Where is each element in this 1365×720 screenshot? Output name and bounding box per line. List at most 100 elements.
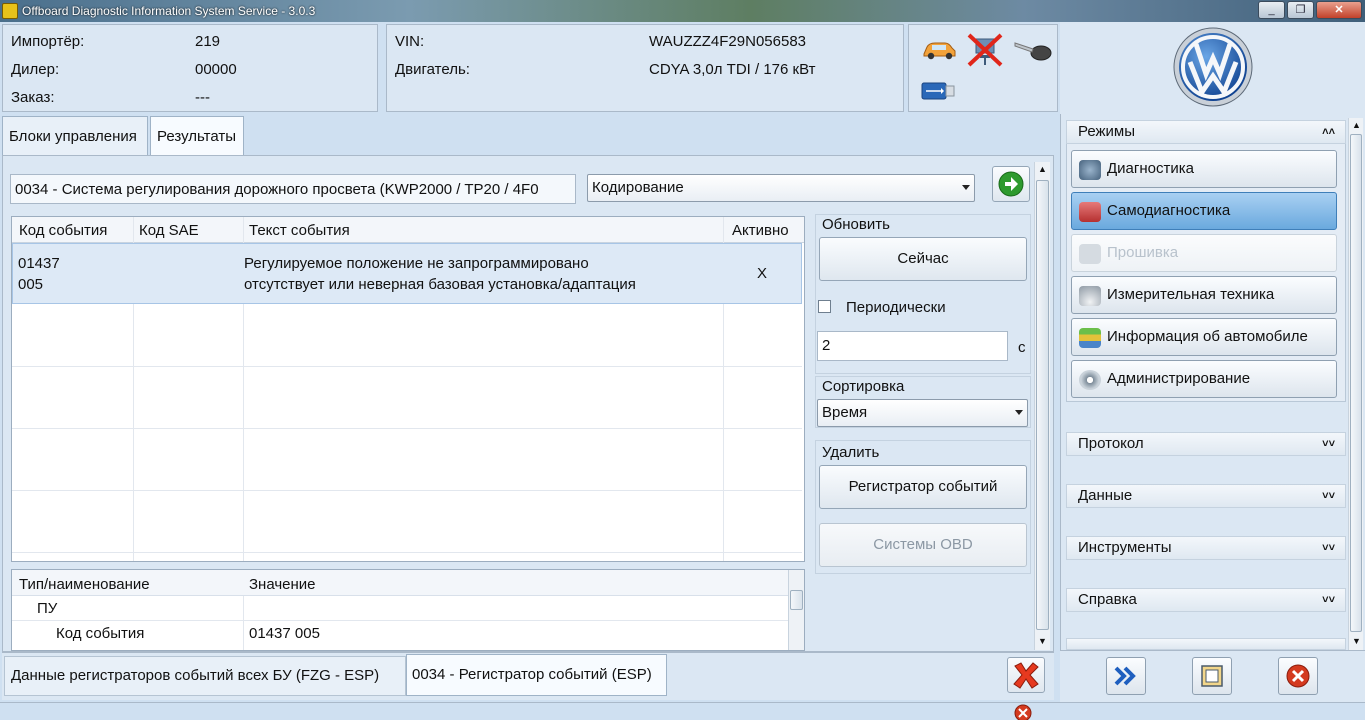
table-row[interactable]: 01437 005 Регулируемое положение не запр… (12, 243, 802, 304)
forward-button[interactable] (1106, 657, 1146, 695)
modes-header[interactable]: Режимы ˄˄ (1066, 120, 1346, 144)
status-icons-panel (908, 24, 1058, 112)
protocol-section-header[interactable]: Протокол ˅˅ (1066, 432, 1346, 456)
col-active[interactable]: Активно (732, 222, 789, 239)
title-bar: Offboard Diagnostic Information System S… (0, 0, 1365, 22)
detail-name-cu: ПУ (37, 600, 58, 617)
app-icon (2, 3, 18, 19)
close-tab-button[interactable] (1007, 657, 1045, 693)
gear-icon (1079, 370, 1101, 390)
scroll-down-icon[interactable]: ▼ (1352, 636, 1361, 646)
go-button[interactable] (992, 166, 1030, 202)
refresh-label: Обновить (822, 216, 890, 233)
protocol-title: Протокол (1078, 435, 1144, 452)
col-event-code[interactable]: Код события (19, 222, 107, 239)
vin-value: WAUZZZ4F29N056583 (649, 33, 807, 50)
chevron-down-icon: ˅˅ (1322, 490, 1335, 502)
sort-select[interactable]: Время (817, 399, 1028, 427)
double-arrow-right-icon (1114, 666, 1136, 686)
maximize-button[interactable]: ❐ (1287, 1, 1314, 19)
books-icon (1079, 328, 1101, 348)
scroll-up-icon[interactable]: ▲ (1038, 164, 1047, 174)
sort-value: Время (822, 404, 868, 421)
event-recorder-button[interactable]: Регистратор событий (819, 465, 1027, 509)
coding-mode-value: Кодирование (592, 179, 684, 196)
col-value[interactable]: Значение (249, 576, 316, 593)
fit-view-button[interactable] (1192, 657, 1232, 695)
detail-name-event-code: Код события (56, 625, 145, 642)
mode-vehicle-info-button[interactable]: Информация об автомобиле (1071, 318, 1337, 356)
vin-label: VIN: (395, 33, 425, 50)
mode-self-diagnostics-button[interactable]: Самодиагностика (1071, 192, 1337, 230)
importer-label: Импортёр: (11, 33, 85, 50)
car-diagnosis-icon (1079, 202, 1101, 222)
tab-results[interactable]: Результаты (150, 116, 244, 156)
event-code-line1: 01437 (18, 255, 60, 272)
event-text-line2: отсутствует или неверная базовая установ… (244, 276, 636, 293)
arrow-right-icon (998, 171, 1024, 197)
coding-mode-select[interactable]: Кодирование (587, 174, 975, 202)
tools-title: Инструменты (1078, 539, 1172, 556)
control-unit-title: 0034 - Система регулирования дорожного п… (10, 174, 576, 204)
usb-icon (921, 82, 955, 100)
main-scrollbar[interactable]: ▲ ▼ (1034, 162, 1050, 650)
scroll-up-icon[interactable]: ▲ (1352, 120, 1361, 130)
mode-flash-label: Прошивка (1107, 244, 1179, 261)
data-section-header[interactable]: Данные ˅˅ (1066, 484, 1346, 508)
chevron-down-icon (1015, 410, 1023, 415)
detail-value-event-code: 01437 005 (249, 625, 320, 642)
chevron-down-icon: ˅˅ (1322, 438, 1335, 450)
tab-control-units[interactable]: Блоки управления (2, 116, 148, 156)
mode-diagnostics-button[interactable]: Диагностика (1071, 150, 1337, 188)
right-scrollbar[interactable]: ▲ ▼ (1348, 118, 1363, 650)
mode-administration-button[interactable]: Администрирование (1071, 360, 1337, 398)
vw-logo-icon (1173, 27, 1253, 107)
order-value: --- (195, 89, 210, 106)
interval-unit: с (1018, 339, 1026, 356)
mode-measurement-label: Измерительная техника (1107, 286, 1275, 303)
interval-input[interactable]: 2 (817, 331, 1008, 361)
tab-esp-event-recorder[interactable]: 0034 - Регистратор событий (ESP) (406, 654, 667, 696)
tools-section-header[interactable]: Инструменты ˅˅ (1066, 536, 1346, 560)
window-close-button[interactable]: ✕ (1316, 1, 1362, 19)
mode-administration-label: Администрирование (1107, 370, 1251, 387)
event-code-line2: 005 (18, 276, 44, 293)
sort-label: Сортировка (822, 378, 905, 395)
mode-self-diagnostics-label: Самодиагностика (1107, 202, 1231, 219)
col-event-text[interactable]: Текст события (249, 222, 350, 239)
minimize-button[interactable]: _ (1258, 1, 1285, 19)
help-title: Справка (1078, 591, 1137, 608)
mode-measurement-button[interactable]: Измерительная техника (1071, 276, 1337, 314)
col-type-name[interactable]: Тип/наименование (19, 576, 150, 593)
engine-label: Двигатель: (395, 61, 470, 78)
periodic-checkbox[interactable] (818, 300, 831, 313)
network-disconnected-icon[interactable] (965, 31, 1005, 69)
dealer-value: 00000 (195, 61, 237, 78)
events-table: Код события Код SAE Текст события Активн… (11, 216, 805, 562)
red-x-icon (1013, 662, 1039, 689)
mode-flash-button[interactable]: Прошивка (1071, 234, 1337, 272)
obd-systems-button[interactable]: Системы OBD (819, 523, 1027, 567)
window-title: Offboard Diagnostic Information System S… (22, 4, 316, 18)
event-active-flag: X (757, 265, 768, 282)
vehicle-info-panel: VIN: WAUZZZ4F29N056583 Двигатель: CDYA 3… (386, 24, 904, 112)
delete-label: Удалить (822, 444, 880, 461)
chevron-up-icon: ˄˄ (1322, 126, 1335, 138)
col-sae-code[interactable]: Код SAE (139, 222, 199, 239)
details-scrollbar[interactable] (788, 570, 804, 650)
scroll-down-icon[interactable]: ▼ (1038, 636, 1047, 646)
tab-all-event-recorders[interactable]: Данные регистраторов событий всех БУ (FZ… (4, 656, 406, 696)
chevron-down-icon: ˅˅ (1322, 594, 1335, 606)
refresh-now-button[interactable]: Сейчас (819, 237, 1027, 281)
help-section-header[interactable]: Справка ˅˅ (1066, 588, 1346, 612)
importer-value: 219 (195, 33, 221, 50)
gauge-icon (1079, 286, 1101, 306)
error-status-icon[interactable] (1012, 703, 1034, 720)
chevron-down-icon: ˅˅ (1322, 542, 1335, 554)
engine-value: CDYA 3,0л TDI / 176 кВт (649, 61, 816, 78)
exit-button[interactable] (1278, 657, 1318, 695)
car-icon (923, 42, 956, 60)
events-table-header: Код события Код SAE Текст события Активн… (12, 217, 804, 243)
stethoscope-icon (1079, 160, 1101, 180)
key-icon (1014, 42, 1052, 61)
